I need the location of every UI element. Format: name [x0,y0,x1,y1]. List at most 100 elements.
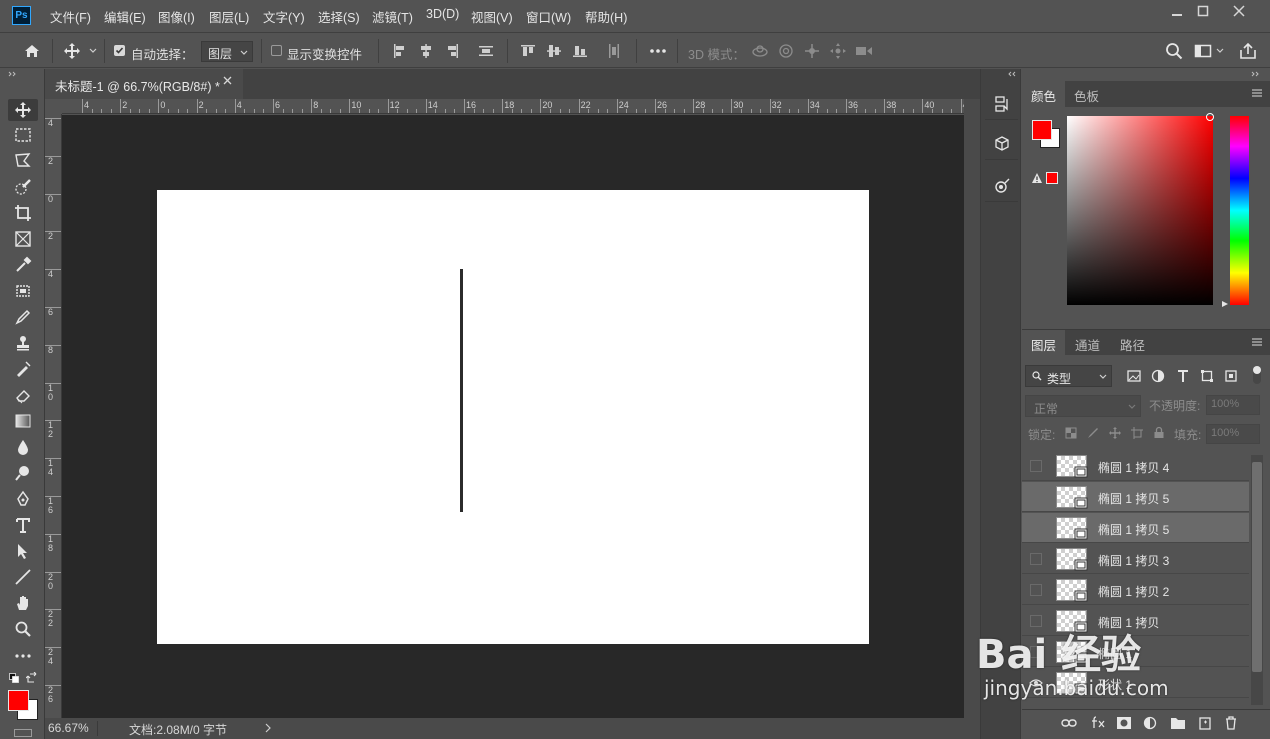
document-canvas[interactable] [157,190,869,644]
layer-visibility-toggle[interactable] [1030,522,1042,534]
menu-type[interactable]: 文字(Y) [263,7,305,26]
layer-visibility-toggle[interactable] [1030,460,1042,472]
menu-view[interactable]: 视图(V) [471,7,513,26]
eyedropper-tool[interactable] [8,254,38,276]
dodge-tool[interactable] [8,462,38,484]
layer-visibility-toggle[interactable] [1030,553,1042,565]
type-tool[interactable] [8,514,38,536]
delete-layer-button[interactable] [1224,716,1238,730]
color-picker-cursor[interactable] [1206,113,1214,121]
layer-filter-dropdown[interactable]: 类型 [1025,365,1112,387]
menu-window[interactable]: 窗口(W) [526,7,571,26]
layer-row[interactable]: 椭圆 1 [1022,637,1249,667]
vertical-ruler[interactable]: 4 2 0 2 4 6 8 1 0 1 2 1 4 1 6 1 8 2 0 2 2 2 4 2 6 [45,114,62,718]
brush-tool[interactable] [8,306,38,328]
3d-slide-button[interactable] [828,41,848,61]
color-panel-menu-button[interactable] [1251,88,1263,100]
filter-shape-button[interactable] [1200,369,1214,383]
history-panel-button[interactable] [985,88,1018,120]
blend-mode-dropdown[interactable]: 正常 [1025,395,1141,417]
link-layers-button[interactable] [1061,717,1077,729]
collapse-dock-button[interactable] [1007,71,1017,79]
align-bottom-button[interactable] [570,41,590,61]
menu-edit[interactable]: 编辑(E) [104,7,146,26]
hue-slider-handle[interactable] [1221,300,1229,308]
layer-row[interactable]: 椭圆 1 拷贝 4 [1022,451,1249,481]
gradient-tool[interactable] [8,410,38,432]
menu-file[interactable]: 文件(F) [50,7,91,26]
show-transform-checkbox[interactable] [271,45,282,56]
3d-drag-button[interactable] [802,41,822,61]
close-tab-button[interactable] [223,76,232,85]
quick-mask-button[interactable] [14,729,32,737]
frame-tool[interactable] [8,228,38,250]
menu-help[interactable]: 帮助(H) [585,7,627,26]
tab-layers[interactable]: 图层 [1022,330,1066,356]
menu-3d[interactable]: 3D(D) [426,7,459,21]
out-of-gamut-warning[interactable] [1031,172,1043,184]
lock-artboard-button[interactable] [1131,427,1143,439]
filter-adjustment-button[interactable] [1151,369,1165,383]
layer-visibility-toggle[interactable] [1030,615,1042,627]
move-tool[interactable] [8,99,38,121]
tab-color[interactable]: 颜色 [1022,81,1066,107]
path-selection-tool[interactable] [8,540,38,562]
new-layer-button[interactable] [1198,716,1212,730]
filter-type-button[interactable] [1176,369,1190,383]
document-vertical-scrollbar[interactable] [964,99,980,718]
ruler-origin[interactable] [45,99,62,114]
align-vcenter-button[interactable] [544,41,564,61]
gamut-color-swatch[interactable] [1046,172,1058,184]
swap-colors-button[interactable] [26,672,38,684]
collapse-panels-button[interactable] [1251,71,1261,79]
more-options-button[interactable] [648,41,668,61]
distribute-vertical-button[interactable] [476,41,496,61]
history-brush-tool[interactable] [8,358,38,380]
align-left-button[interactable] [390,41,410,61]
layer-row[interactable]: 椭圆 1 拷贝 3 [1022,544,1249,574]
zoom-tool[interactable] [8,618,38,640]
menu-image[interactable]: 图像(I) [158,7,195,26]
workspace-button[interactable] [1193,41,1213,61]
color-panel-foreground-swatch[interactable] [1032,120,1052,140]
marquee-tool[interactable] [8,124,38,146]
foreground-color-swatch[interactable] [8,690,29,711]
home-button[interactable] [22,41,42,61]
fill-input[interactable]: 100% [1206,424,1260,444]
lock-position-button[interactable] [1109,427,1121,439]
add-mask-button[interactable] [1116,716,1132,730]
adjustments-panel-button[interactable] [985,170,1018,202]
collapse-toolbar-button[interactable] [8,71,18,79]
layer-row[interactable]: 椭圆 1 拷贝 5 [1022,482,1249,512]
layers-panel-menu-button[interactable] [1251,337,1263,349]
healing-brush-tool[interactable] [8,280,38,302]
3d-scale-button[interactable] [854,41,874,61]
layers-scrollbar-thumb[interactable] [1252,462,1262,672]
new-group-button[interactable] [1170,716,1186,730]
blur-tool[interactable] [8,436,38,458]
layer-visibility-toggle[interactable] [1030,584,1042,596]
status-info-menu-button[interactable] [265,723,271,733]
document-tab[interactable]: 未标题-1 @ 66.7%(RGB/8#) * [45,69,243,99]
hand-tool[interactable] [8,592,38,614]
align-hcenter-button[interactable] [416,41,436,61]
fx-icon[interactable] [1091,715,1107,729]
hue-slider[interactable] [1230,116,1249,305]
3d-roll-button[interactable] [776,41,796,61]
layer-visibility-toggle[interactable] [1030,646,1042,658]
share-button[interactable] [1238,41,1258,61]
lock-all-button[interactable] [1153,426,1165,439]
layer-row[interactable]: 椭圆 1 拷贝 5 [1022,513,1249,543]
lock-transparent-button[interactable] [1065,427,1077,439]
filter-smart-object-button[interactable] [1224,369,1238,383]
auto-select-target-dropdown[interactable]: 图层 [201,41,253,62]
filter-toggle-switch[interactable] [1253,366,1261,384]
menu-select[interactable]: 选择(S) [318,7,360,26]
horizontal-ruler[interactable]: 4202468101214161820222426283032343638404… [62,99,964,114]
align-top-button[interactable] [518,41,538,61]
eraser-tool[interactable] [8,384,38,406]
zoom-level[interactable]: 66.67% [48,721,89,735]
close-button[interactable] [1222,0,1256,22]
tab-swatches[interactable]: 色板 [1065,81,1108,107]
color-picker-field[interactable] [1067,116,1213,305]
